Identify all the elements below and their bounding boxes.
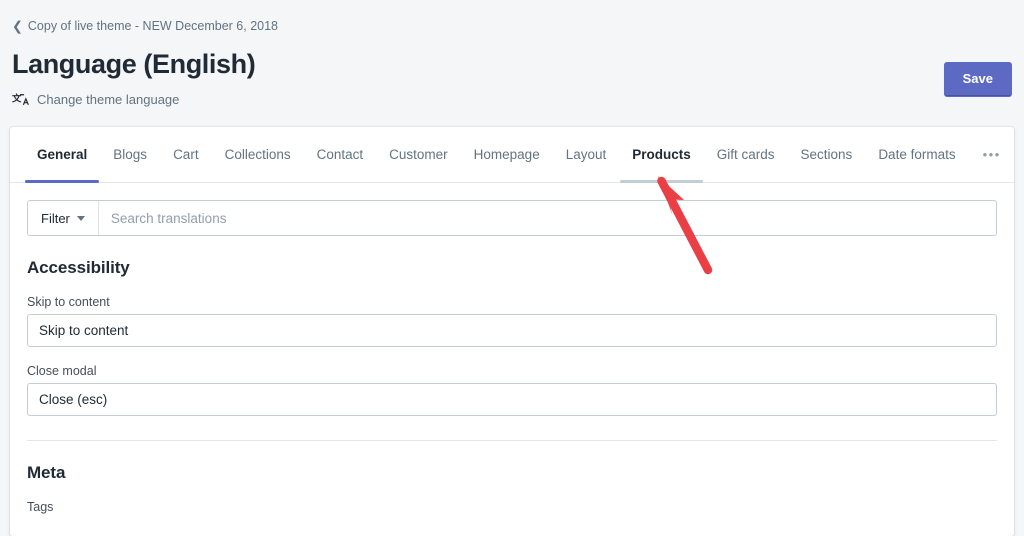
change-theme-language-label: Change theme language	[37, 92, 180, 108]
page-title: Language (English)	[12, 49, 256, 79]
tab-sections[interactable]: Sections	[788, 127, 866, 182]
translations-card: General Blogs Cart Collections Contact C…	[10, 127, 1014, 536]
tab-contact[interactable]: Contact	[304, 127, 377, 182]
svg-text:文: 文	[12, 92, 22, 103]
field-label-tags: Tags	[27, 500, 54, 514]
input-skip-to-content[interactable]	[27, 314, 997, 347]
filter-button-label: Filter	[41, 210, 70, 226]
section-divider	[27, 440, 997, 441]
tab-blogs[interactable]: Blogs	[100, 127, 160, 182]
translate-icon: 文	[11, 92, 29, 109]
horizontal-dots-icon[interactable]: •••	[969, 127, 1014, 182]
tab-customer[interactable]: Customer	[376, 127, 461, 182]
section-title-meta: Meta	[27, 463, 66, 482]
tab-bar: General Blogs Cart Collections Contact C…	[10, 127, 1014, 183]
page-header: ❮ Copy of live theme - NEW December 6, 2…	[0, 0, 1024, 113]
tab-collections[interactable]: Collections	[212, 127, 304, 182]
breadcrumb-back-link[interactable]: ❮ Copy of live theme - NEW December 6, 2…	[12, 20, 278, 33]
field-label-skip-to-content: Skip to content	[27, 295, 110, 309]
search-input[interactable]	[98, 201, 996, 235]
section-accessibility: Accessibility Skip to content Close moda…	[10, 258, 1014, 441]
chevron-left-icon: ❮	[12, 18, 23, 34]
save-button[interactable]: Save	[943, 62, 1012, 97]
tab-products[interactable]: Products	[619, 127, 704, 183]
filter-button[interactable]: Filter	[28, 201, 99, 235]
tab-cart[interactable]: Cart	[160, 127, 212, 182]
tab-layout[interactable]: Layout	[553, 127, 620, 182]
breadcrumb-label: Copy of live theme - NEW December 6, 201…	[27, 19, 279, 34]
change-theme-language-link[interactable]: 文 Change theme language	[11, 91, 180, 109]
field-label-close-modal: Close modal	[27, 364, 97, 378]
tab-gift-cards[interactable]: Gift cards	[704, 127, 788, 182]
filter-search-control: Filter	[27, 200, 997, 236]
field-skip-to-content: Skip to content	[27, 295, 997, 347]
tab-date-formats[interactable]: Date formats	[865, 127, 968, 182]
chevron-down-icon	[76, 215, 85, 221]
tab-homepage[interactable]: Homepage	[461, 127, 553, 182]
section-title-accessibility: Accessibility	[27, 258, 130, 277]
field-close-modal: Close modal	[27, 364, 997, 416]
input-close-modal[interactable]	[27, 383, 997, 416]
field-tags: Tags	[27, 500, 997, 514]
filter-row: Filter	[10, 183, 1014, 236]
tab-general[interactable]: General	[24, 127, 100, 183]
section-meta: Meta Tags	[10, 463, 1014, 536]
